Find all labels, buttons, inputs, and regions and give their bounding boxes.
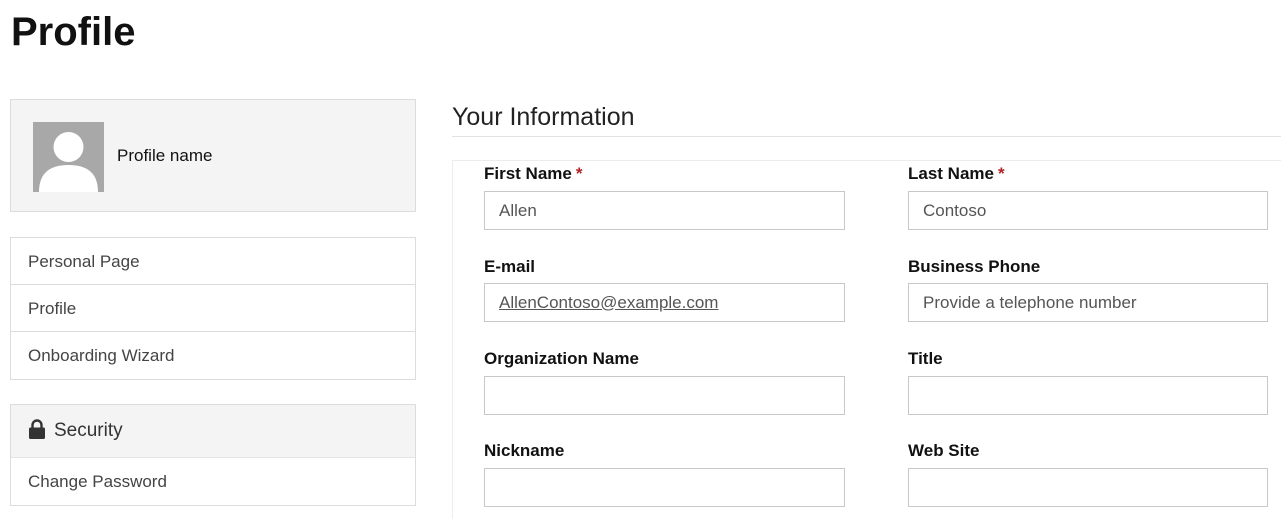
business-phone-label: Business Phone (908, 257, 1041, 276)
email-label: E-mail (484, 257, 536, 276)
organization-name-input[interactable] (484, 376, 845, 415)
section-title: Your Information (452, 103, 635, 131)
business-phone-input[interactable] (908, 283, 1268, 322)
nav-item-onboarding-wizard[interactable]: Onboarding Wizard (11, 332, 415, 379)
change-password-link[interactable]: Change Password (11, 458, 415, 505)
security-header: Security (11, 405, 415, 458)
nickname-label: Nickname (484, 441, 565, 460)
web-site-input[interactable] (908, 468, 1268, 507)
last-name-input[interactable] (908, 191, 1268, 230)
nickname-input[interactable] (484, 468, 845, 507)
profile-card: Profile name (10, 99, 416, 212)
first-name-label: First Name * (484, 164, 583, 184)
person-silhouette-icon (33, 122, 104, 192)
security-panel: Security Change Password (10, 404, 416, 506)
section-divider (452, 136, 1281, 137)
nav-item-personal-page[interactable]: Personal Page (11, 238, 415, 285)
title-label: Title (908, 349, 943, 368)
first-name-input[interactable] (484, 191, 845, 230)
security-title: Security (54, 420, 123, 441)
title-input[interactable] (908, 376, 1268, 415)
last-name-label-text: Last Name (908, 164, 994, 183)
web-site-label: Web Site (908, 441, 980, 460)
last-name-label: Last Name * (908, 164, 1005, 184)
nav-item-profile[interactable]: Profile (11, 285, 415, 332)
profile-nav: Personal Page Profile Onboarding Wizard (10, 237, 416, 380)
profile-name: Profile name (117, 146, 213, 165)
email-input[interactable] (484, 283, 845, 322)
required-marker: * (997, 164, 1005, 183)
page-title: Profile (11, 10, 136, 54)
organization-name-label: Organization Name (484, 349, 639, 368)
lock-icon (29, 419, 45, 439)
first-name-label-text: First Name (484, 164, 572, 183)
required-marker: * (575, 164, 583, 183)
